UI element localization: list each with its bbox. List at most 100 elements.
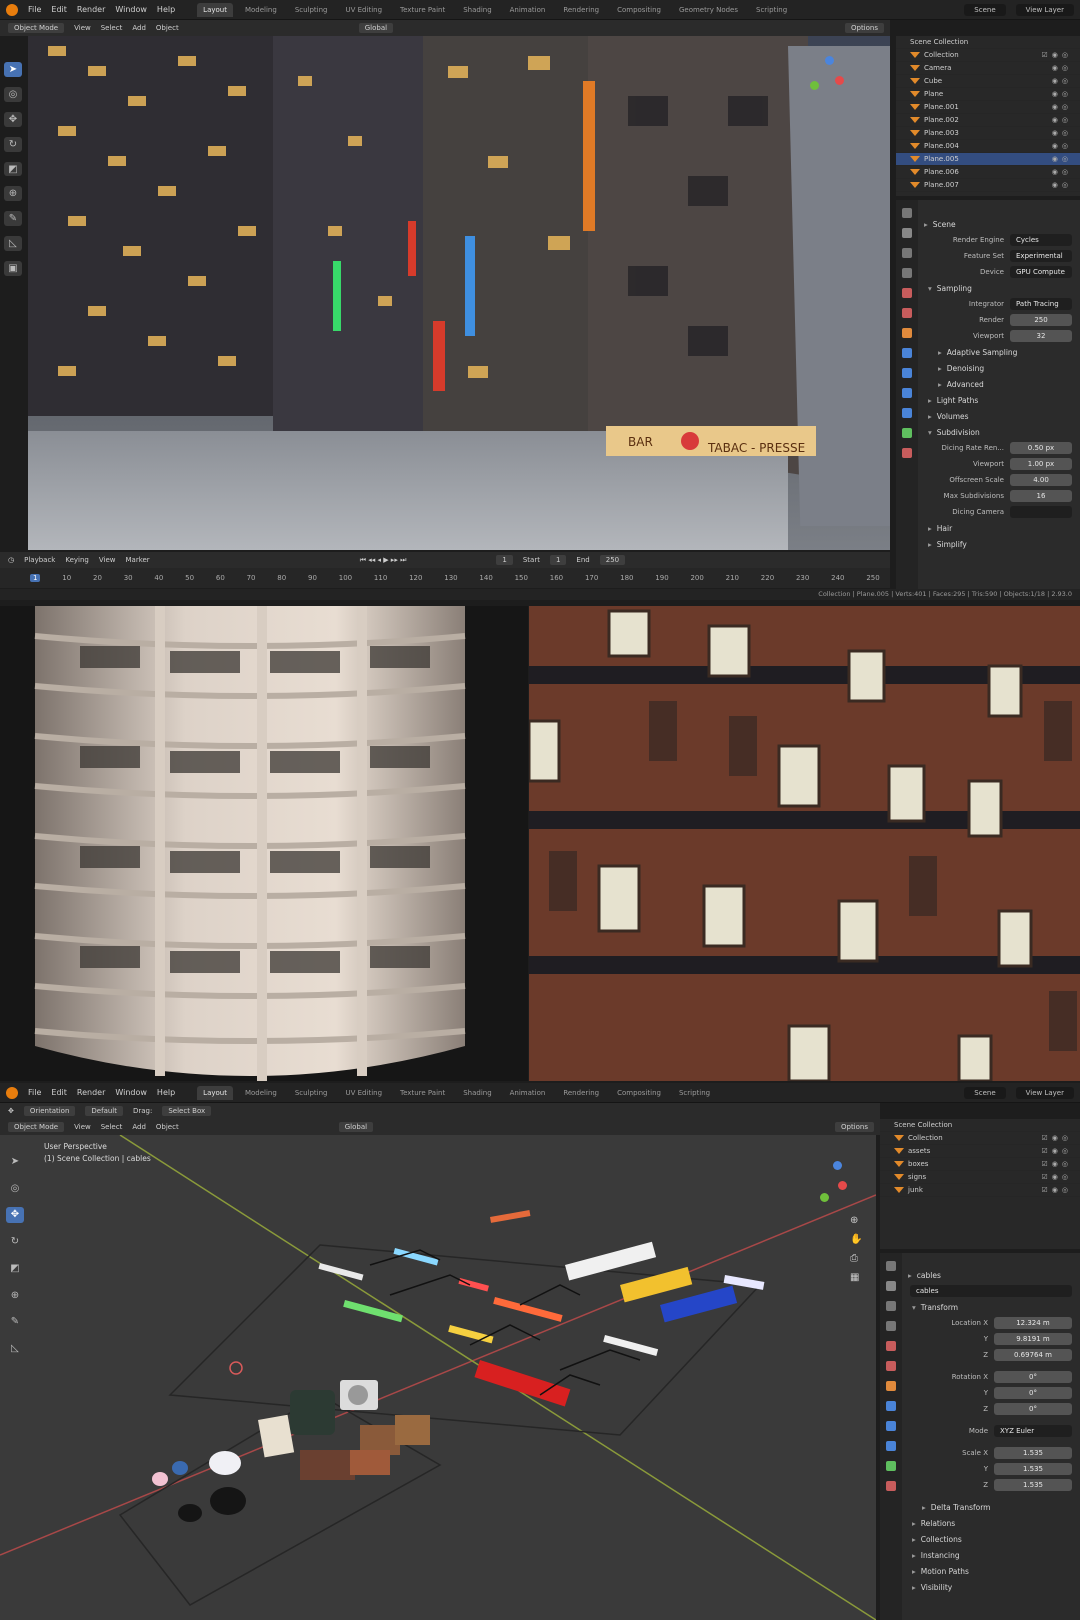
world-tab-icon[interactable]	[902, 308, 912, 318]
gizmo-z-icon[interactable]	[833, 1161, 842, 1170]
outliner-item[interactable]: Collection ☑◉◎	[896, 49, 1080, 62]
advanced-section[interactable]: Advanced	[920, 376, 1080, 392]
physics-tab-icon[interactable]	[886, 1441, 896, 1451]
visibility-toggles-icon[interactable]: ◉◎	[1052, 103, 1072, 111]
view-layer-tab-icon[interactable]	[886, 1321, 896, 1331]
tab-scripting[interactable]: Scripting	[673, 1086, 716, 1100]
outliner-item[interactable]: Camera ◉◎	[896, 62, 1080, 75]
visibility-toggles-icon[interactable]: ◉◎	[1052, 142, 1072, 150]
menu-object[interactable]: Object	[156, 24, 179, 32]
location-z-field[interactable]: 0.69764 m	[994, 1349, 1072, 1361]
relations-section[interactable]: Relations	[904, 1515, 1080, 1531]
tab-uv-editing[interactable]: UV Editing	[340, 3, 389, 17]
menu-render[interactable]: Render	[77, 1088, 105, 1097]
menu-add[interactable]: Add	[132, 24, 146, 32]
blender-logo-icon[interactable]	[6, 3, 18, 16]
timeline-editor-icon[interactable]: ◷	[8, 556, 14, 564]
max-subdiv-field[interactable]: 16	[1010, 490, 1072, 502]
view-layer-field[interactable]: View Layer	[1015, 3, 1074, 16]
tab-texture-paint[interactable]: Texture Paint	[394, 3, 451, 17]
dicing-viewport-field[interactable]: 1.00 px	[1010, 458, 1072, 470]
physics-tab-icon[interactable]	[902, 388, 912, 398]
pivot-default-dropdown[interactable]: Default	[85, 1106, 123, 1116]
menu-edit[interactable]: Edit	[51, 5, 67, 14]
annotate-tool-icon[interactable]: ✎	[4, 211, 22, 227]
offscreen-field[interactable]: 4.00	[1010, 474, 1072, 486]
tab-sculpting[interactable]: Sculpting	[289, 1086, 334, 1100]
outliner-item[interactable]: Plane.003 ◉◎	[896, 127, 1080, 140]
visibility-section[interactable]: Visibility	[904, 1579, 1080, 1595]
marker-menu[interactable]: Marker	[125, 556, 149, 564]
playback-controls-icon[interactable]: ⏮ ◂◂ ◂ ▶ ▸▸ ⏭	[360, 556, 407, 565]
material-tab-icon[interactable]	[902, 448, 912, 458]
scene-tab-icon[interactable]	[886, 1341, 896, 1351]
simplify-section[interactable]: Simplify	[920, 536, 1080, 552]
menu-edit[interactable]: Edit	[51, 1088, 67, 1097]
rotation-x-field[interactable]: 0°	[994, 1371, 1072, 1383]
view-layer-tab-icon[interactable]	[902, 268, 912, 278]
outliner-item[interactable]: Cube ◉◎	[896, 75, 1080, 88]
data-tab-icon[interactable]	[902, 428, 912, 438]
visibility-toggles-icon[interactable]: ◉◎	[1052, 168, 1072, 176]
outliner-item[interactable]: junk ☑◉◎	[880, 1184, 1080, 1197]
tab-uv-editing[interactable]: UV Editing	[340, 1086, 389, 1100]
outliner-item[interactable]: Plane ◉◎	[896, 88, 1080, 101]
tab-compositing[interactable]: Compositing	[611, 3, 667, 17]
rotation-mode-dropdown[interactable]: XYZ Euler	[994, 1425, 1072, 1437]
modifier-tab-icon[interactable]	[886, 1401, 896, 1411]
outliner-root[interactable]: Scene Collection	[896, 36, 1080, 49]
subdivision-section[interactable]: Subdivision	[920, 424, 1080, 440]
tab-animation[interactable]: Animation	[504, 1086, 552, 1100]
menu-help[interactable]: Help	[157, 1088, 175, 1097]
visibility-toggles-icon[interactable]: ◉◎	[1052, 64, 1072, 72]
menu-window[interactable]: Window	[115, 1088, 147, 1097]
menu-view[interactable]: View	[74, 1123, 91, 1131]
light-paths-section[interactable]: Light Paths	[920, 392, 1080, 408]
visibility-toggles-icon[interactable]: ◉◎	[1052, 155, 1072, 163]
outliner-item[interactable]: signs ☑◉◎	[880, 1171, 1080, 1184]
collections-section[interactable]: Collections	[904, 1531, 1080, 1547]
tab-sculpting[interactable]: Sculpting	[289, 3, 334, 17]
menu-view[interactable]: View	[74, 24, 91, 32]
visibility-toggles-icon[interactable]: ☑◉◎	[1042, 1173, 1073, 1181]
timeline-ticks[interactable]: 1 10 20 30 40 50 60 70 80 90 100 110 120 130 140 150 160…	[0, 568, 890, 588]
transform-orientation-dropdown[interactable]: Global	[338, 1122, 374, 1132]
material-tab-icon[interactable]	[886, 1481, 896, 1491]
tool-tab-icon[interactable]	[902, 208, 912, 218]
menu-object[interactable]: Object	[156, 1123, 179, 1131]
dicing-render-field[interactable]: 0.50 px	[1010, 442, 1072, 454]
volumes-section[interactable]: Volumes	[920, 408, 1080, 424]
integrator-dropdown[interactable]: Path Tracing	[1010, 298, 1072, 310]
keying-menu[interactable]: Keying	[65, 556, 89, 564]
scene-field[interactable]: Scene	[964, 1086, 1006, 1099]
transform-tool-icon[interactable]: ⊕	[4, 186, 22, 202]
sampling-section[interactable]: Sampling	[920, 280, 1080, 296]
outliner-item[interactable]: Plane.002 ◉◎	[896, 114, 1080, 127]
outliner-item-selected[interactable]: Plane.005 ◉◎	[896, 153, 1080, 166]
menu-help[interactable]: Help	[157, 5, 175, 14]
options-button[interactable]: Options	[844, 23, 884, 33]
select-box-dropdown[interactable]: Select Box	[162, 1106, 212, 1116]
scene-field[interactable]: Scene	[964, 3, 1006, 16]
visibility-toggles-icon[interactable]: ◉◎	[1052, 129, 1072, 137]
cursor-tool-icon[interactable]: ◎	[4, 86, 22, 102]
start-frame-field[interactable]: 1	[549, 555, 567, 565]
tab-shading[interactable]: Shading	[457, 1086, 497, 1100]
city-viewport[interactable]: BAR TABAC - PRESSE	[28, 36, 890, 550]
tab-geometry-nodes[interactable]: Geometry Nodes	[673, 3, 744, 17]
visibility-toggles-icon[interactable]: ☑◉◎	[1042, 1186, 1073, 1194]
playback-menu[interactable]: Playback	[24, 556, 55, 564]
menu-window[interactable]: Window	[115, 5, 147, 14]
timeline-view-menu[interactable]: View	[99, 556, 116, 564]
world-tab-icon[interactable]	[886, 1361, 896, 1371]
tab-rendering[interactable]: Rendering	[557, 3, 605, 17]
gizmo-x-icon[interactable]	[838, 1181, 847, 1190]
object-tab-icon[interactable]	[902, 328, 912, 338]
visibility-toggles-icon[interactable]: ◉◎	[1052, 77, 1072, 85]
menu-add[interactable]: Add	[132, 1123, 146, 1131]
pan-hand-icon[interactable]: ✋	[850, 1234, 862, 1245]
current-frame-field[interactable]: 1	[496, 555, 513, 565]
adaptive-sampling-section[interactable]: Adaptive Sampling	[920, 344, 1080, 360]
blender-logo-icon[interactable]	[6, 1086, 18, 1099]
visibility-toggles-icon[interactable]: ☑◉◎	[1042, 51, 1073, 59]
